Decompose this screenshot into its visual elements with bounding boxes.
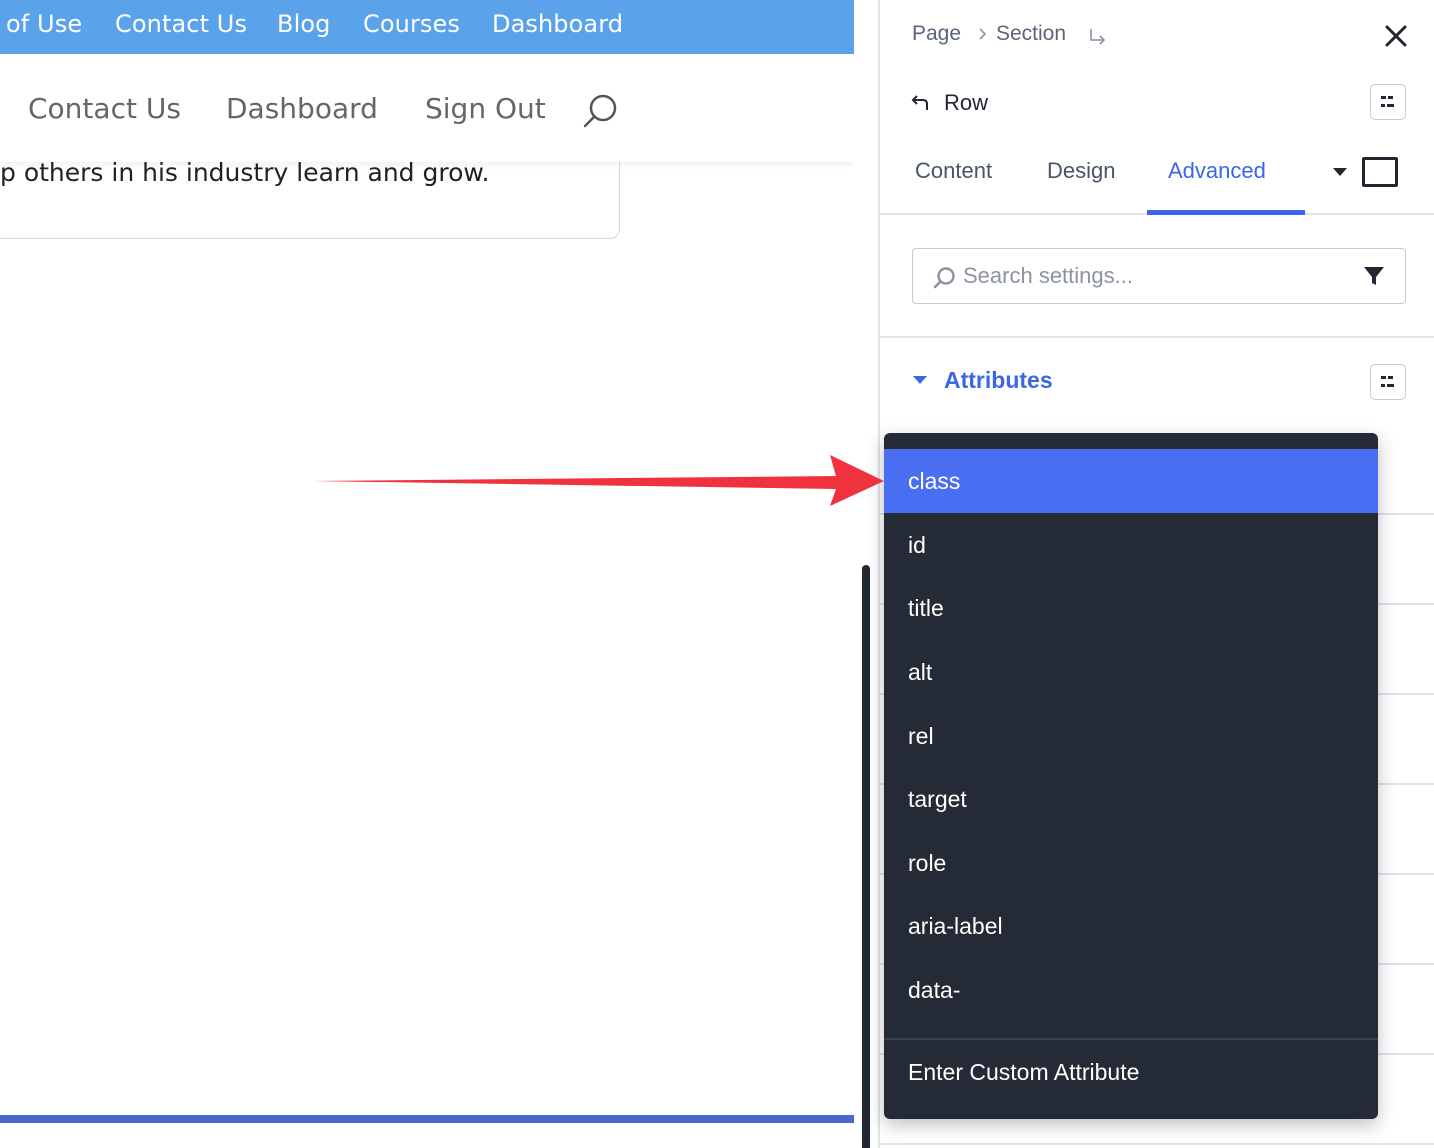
- preview-scrollbar[interactable]: [862, 565, 870, 1148]
- enter-custom-attribute-option[interactable]: Enter Custom Attribute: [884, 1040, 1378, 1104]
- tab-advanced[interactable]: Advanced: [1168, 158, 1266, 184]
- caret-down-icon[interactable]: [1332, 166, 1348, 178]
- dropdown-option-data[interactable]: data-: [884, 958, 1378, 1022]
- search-icon[interactable]: [580, 92, 620, 132]
- magnifier-icon: [933, 267, 955, 289]
- main-nav: Contact Us Dashboard Sign Out: [0, 54, 854, 162]
- close-icon[interactable]: [1382, 22, 1410, 50]
- options-icon: [1381, 96, 1394, 107]
- filter-icon[interactable]: [1363, 265, 1385, 287]
- attribute-dropdown: class id title alt rel target role aria-…: [884, 433, 1378, 1119]
- caret-down-icon[interactable]: [912, 374, 928, 386]
- tab-design[interactable]: Design: [1047, 158, 1115, 184]
- dropdown-option-alt[interactable]: alt: [884, 640, 1378, 704]
- breadcrumb-page[interactable]: Page: [912, 22, 961, 46]
- search-divider: [880, 336, 1434, 338]
- return-arrow-icon: [1090, 29, 1106, 45]
- footer-stripe: [0, 1115, 854, 1123]
- dropdown-option-id[interactable]: id: [884, 513, 1378, 577]
- options-icon: [1381, 376, 1394, 387]
- dropdown-option-title[interactable]: title: [884, 576, 1378, 640]
- dropdown-option-rel[interactable]: rel: [884, 704, 1378, 768]
- active-tab-indicator: [1147, 210, 1305, 215]
- attributes-options-button[interactable]: [1370, 364, 1406, 400]
- breadcrumb-section[interactable]: Section: [996, 22, 1066, 46]
- options-button[interactable]: [1370, 84, 1406, 120]
- main-nav-link[interactable]: Contact Us: [28, 92, 181, 125]
- top-nav-bar: of Use Contact Us Blog Courses Dashboard: [0, 0, 854, 54]
- top-nav-link[interactable]: Blog: [277, 10, 330, 38]
- back-arrow-icon[interactable]: [910, 92, 932, 114]
- dropdown-option-class[interactable]: class: [884, 449, 1378, 513]
- dropdown-option-aria-label[interactable]: aria-label: [884, 894, 1378, 958]
- row-divider: [880, 1143, 1434, 1145]
- attributes-group-label[interactable]: Attributes: [944, 367, 1053, 394]
- dropdown-option-role[interactable]: role: [884, 831, 1378, 895]
- top-nav-link[interactable]: Dashboard: [492, 10, 623, 38]
- top-nav-link[interactable]: Courses: [363, 10, 460, 38]
- dropdown-option-target[interactable]: target: [884, 767, 1378, 831]
- main-nav-link[interactable]: Dashboard: [226, 92, 378, 125]
- chevron-right-icon: [979, 28, 987, 40]
- tab-content[interactable]: Content: [915, 158, 992, 184]
- content-text: p others in his industry learn and grow.: [0, 158, 490, 187]
- top-nav-link[interactable]: Contact Us: [115, 10, 247, 38]
- desktop-icon[interactable]: [1362, 157, 1398, 187]
- search-input[interactable]: [963, 259, 1343, 293]
- main-nav-link[interactable]: Sign Out: [425, 92, 546, 125]
- website-preview: of Use Contact Us Blog Courses Dashboard…: [0, 0, 854, 1148]
- search-field[interactable]: [912, 248, 1406, 304]
- top-nav-link[interactable]: of Use: [6, 10, 82, 38]
- element-label: Row: [944, 90, 989, 115]
